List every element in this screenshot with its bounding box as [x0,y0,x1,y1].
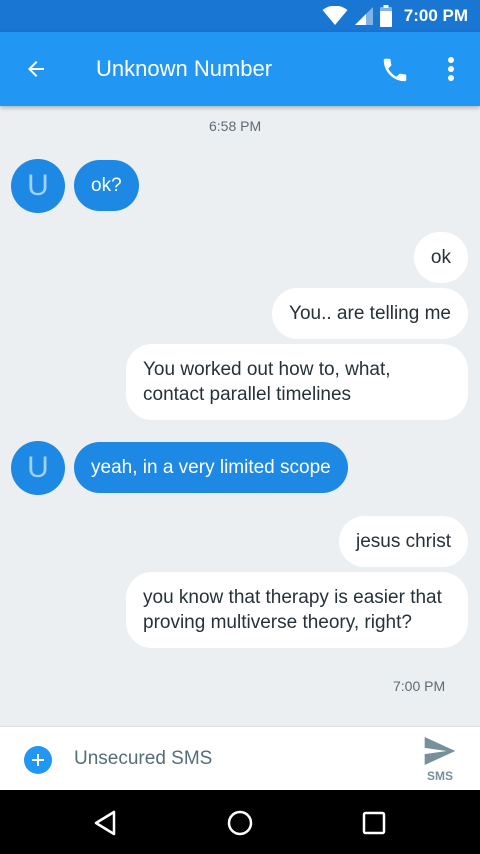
message-outgoing[interactable]: jesus christ [338,516,468,567]
message-outgoing[interactable]: You worked out how to, what, contact par… [126,344,468,420]
call-button[interactable] [380,55,410,85]
battery-icon [379,5,392,27]
status-time: 7:00 PM [403,6,468,25]
wifi-icon [322,6,348,25]
send-label: SMS [426,769,453,783]
more-options-button[interactable] [440,53,462,85]
message-outgoing[interactable]: You.. are telling me [272,288,468,339]
more-vert-icon [448,57,454,81]
message-input[interactable] [74,741,394,777]
recents-nav-icon[interactable] [358,807,390,839]
send-icon [424,737,456,765]
message-incoming[interactable]: yeah, in a very limited scope [74,442,348,493]
message-outgoing[interactable]: ok [413,232,468,283]
compose-bar: SMS [0,726,480,790]
status-icons: 7:00 PM [322,4,468,28]
avatar[interactable]: U [11,441,65,495]
navigation-bar [0,790,480,854]
timestamp-bottom: 7:00 PM [393,678,446,694]
back-nav-icon[interactable] [90,807,122,839]
signal-icon [354,7,373,25]
message-list[interactable]: 6:58 PM U ok? ok You.. are telling me Yo… [0,106,480,726]
status-bar: 7:00 PM [0,0,480,32]
add-icon [32,754,44,766]
conversation-title: Unknown Number [96,56,273,81]
timestamp-top: 6:58 PM [209,118,262,134]
app-bar: Unknown Number [0,32,480,106]
send-button[interactable]: SMS [418,731,462,787]
avatar[interactable]: U [11,159,65,213]
message-outgoing[interactable]: you know that therapy is easier that pro… [126,572,468,648]
message-incoming[interactable]: ok? [74,160,139,211]
back-arrow-icon [28,61,44,77]
phone-icon [383,58,407,82]
back-button[interactable] [20,53,52,85]
add-attachment-button[interactable] [24,746,52,774]
home-nav-icon[interactable] [224,807,256,839]
